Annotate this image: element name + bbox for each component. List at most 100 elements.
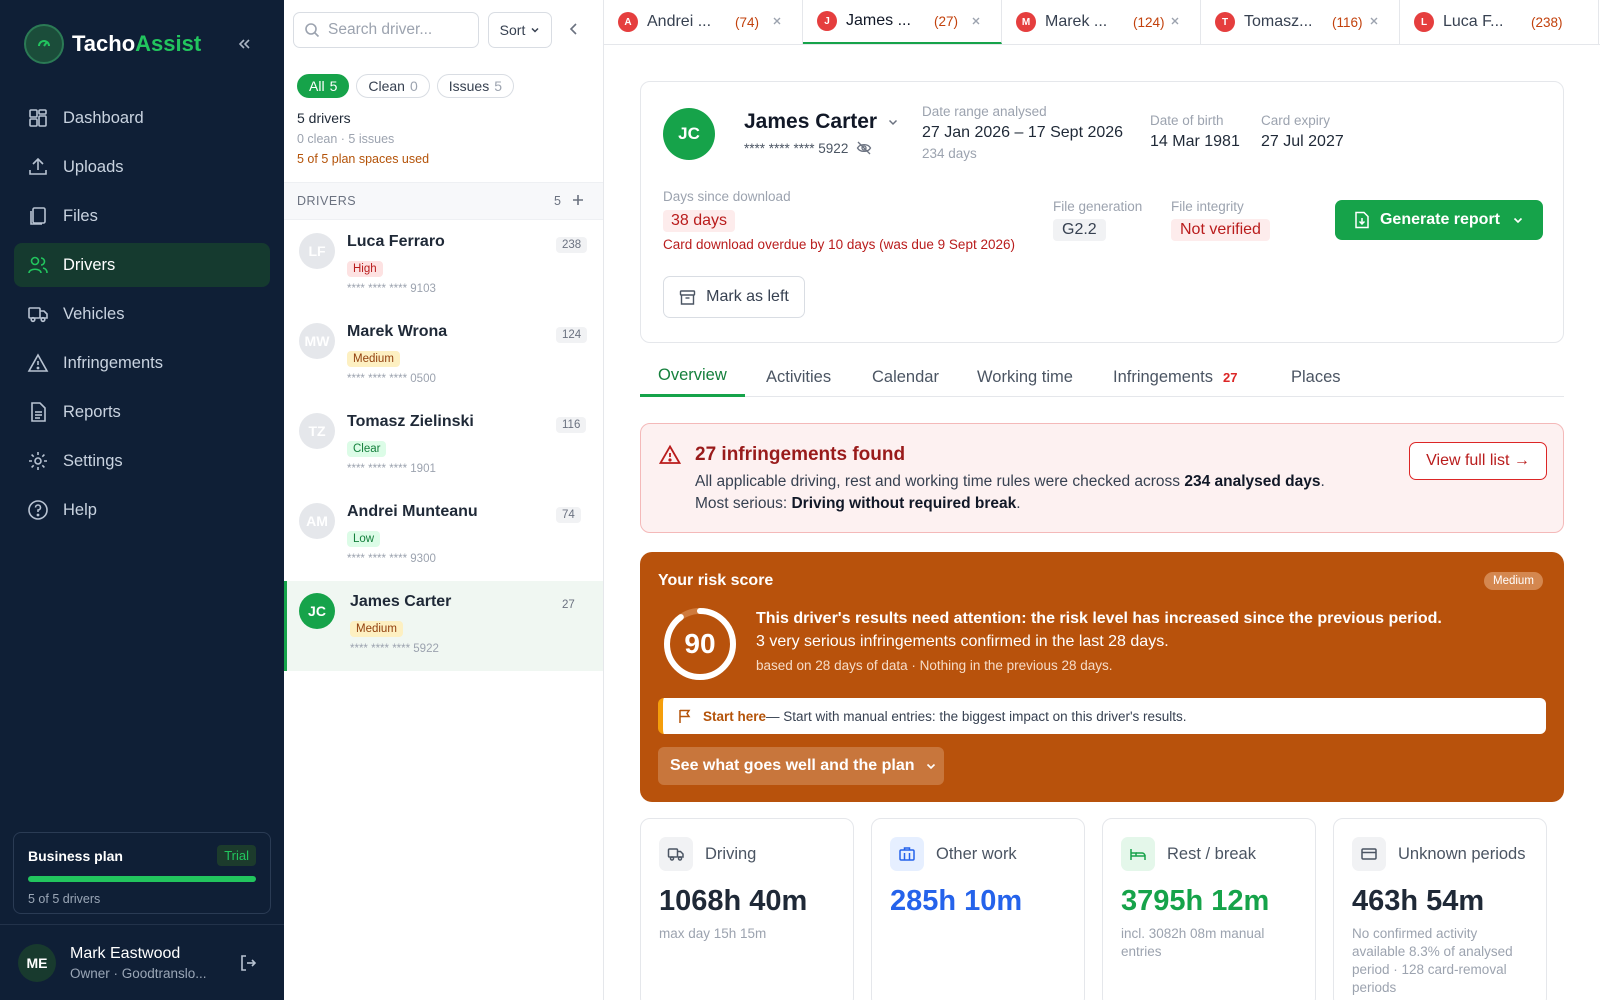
list-summary: 5 drivers 0 clean · 5 issues 5 of 5 plan…	[297, 110, 429, 166]
tab-infringements[interactable]: Infringements 27	[1113, 357, 1237, 397]
sidebar-item-uploads[interactable]: Uploads	[14, 145, 270, 189]
briefcase-icon	[890, 837, 924, 871]
view-full-list-button[interactable]: View full list →	[1409, 442, 1547, 480]
close-icon[interactable]	[971, 16, 981, 26]
sidebar-item-settings[interactable]: Settings	[14, 439, 270, 483]
risk-badge: High	[347, 261, 383, 277]
tab-places[interactable]: Places	[1291, 357, 1341, 397]
driver-total: 5 drivers	[297, 110, 351, 126]
see-plan-button[interactable]: See what goes well and the plan	[658, 747, 944, 785]
filter-count: 5	[494, 78, 503, 94]
sidebar-item-dashboard[interactable]: Dashboard	[14, 96, 270, 140]
card-number: **** **** **** 5922	[350, 643, 439, 655]
stat-value: 463h 54m	[1352, 885, 1485, 917]
tab-label: Places	[1291, 367, 1341, 386]
alert-emphasis: 234 analysed days	[1184, 473, 1321, 490]
close-icon[interactable]	[1170, 16, 1180, 26]
start-here-tip[interactable]: Start here — Start with manual entries: …	[658, 698, 1546, 734]
close-icon[interactable]	[1369, 16, 1379, 26]
chevron-down-icon	[926, 763, 935, 770]
tab-james[interactable]: J James ... (27)	[803, 0, 1002, 44]
sidebar-item-reports[interactable]: Reports	[14, 390, 270, 434]
date-range-value: 27 Jan 2026 – 17 Sept 2026	[922, 124, 1124, 141]
filter-label: Issues	[448, 78, 490, 94]
alert-line-2: Most serious: Driving without required b…	[695, 495, 1021, 513]
stat-value: 1068h 40m	[659, 885, 808, 917]
stat-note: No confirmed activity available 8.3% of …	[1352, 926, 1513, 995]
date-range-days: 234 days	[922, 146, 977, 161]
list-item[interactable]: LF Luca Ferraro High **** **** **** 9103…	[284, 221, 603, 311]
tab-working-time[interactable]: Working time	[977, 357, 1073, 397]
card-number: **** **** **** 1901	[347, 463, 436, 475]
driver-name: Luca Ferraro	[347, 233, 445, 250]
brand[interactable]: TachoAssist	[24, 24, 201, 64]
list-item-selected[interactable]: JC James Carter Medium **** **** **** 59…	[284, 581, 603, 671]
filter-clean[interactable]: Clean 0	[356, 74, 430, 98]
stat-value: 3795h 12m	[1121, 885, 1270, 917]
sidebar-item-label: Infringements	[63, 353, 163, 372]
search-field[interactable]	[293, 12, 479, 48]
upload-icon	[29, 157, 47, 175]
stat-rest-break: Rest / break 3795h 12m incl. 3082h 08m m…	[1102, 818, 1316, 1000]
tab-andrei[interactable]: A Andrei ... (74)	[604, 0, 803, 44]
filter-count: 0	[409, 78, 418, 94]
generation-value: G2.2	[1053, 219, 1106, 241]
sidebar-item-label: Dashboard	[63, 108, 144, 127]
stat-note: max day 15h 15m	[659, 926, 767, 941]
plan-card[interactable]: Business plan Trial 5 of 5 drivers	[13, 832, 271, 914]
alert-line-1: All applicable driving, rest and working…	[695, 473, 1325, 491]
list-item[interactable]: MW Marek Wrona Medium **** **** **** 050…	[284, 311, 603, 401]
sort-button[interactable]: Sort	[488, 12, 552, 48]
driver-name-dropdown[interactable]: James Carter	[744, 110, 899, 134]
search-input[interactable]	[328, 21, 468, 39]
sidebar-item-infringements[interactable]: Infringements	[14, 341, 270, 385]
filter-all[interactable]: All 5	[297, 74, 350, 98]
activity-stats: Driving 1068h 40m max day 15h 15m Other …	[640, 818, 1564, 1000]
generate-report-button[interactable]: Generate report	[1335, 200, 1543, 240]
sidebar-item-help[interactable]: Help	[14, 488, 270, 532]
download-warning: Card download overdue by 10 days (was du…	[663, 237, 1015, 252]
tab-calendar[interactable]: Calendar	[872, 357, 939, 397]
download-file-icon	[1355, 211, 1369, 229]
risk-badge: Low	[347, 531, 381, 547]
tab-tomasz[interactable]: T Tomasz... (116)	[1201, 0, 1400, 44]
risk-detail: 3 very serious infringements confirmed i…	[756, 633, 1169, 650]
list-item[interactable]: TZ Tomasz Zielinski Clear **** **** ****…	[284, 401, 603, 491]
sidebar-item-label: Help	[63, 500, 97, 519]
sidebar-item-files[interactable]: Files	[14, 194, 270, 238]
expiry-value: 27 Jul 2027	[1261, 133, 1344, 150]
filter-label: All	[309, 78, 325, 94]
tab-luca[interactable]: L Luca F... (238)	[1400, 0, 1599, 44]
close-icon[interactable]	[772, 16, 782, 26]
collapse-panel-icon[interactable]	[568, 22, 580, 36]
driver-breakdown: 0 clean · 5 issues	[297, 132, 395, 146]
stat-note: incl. 3082h 08m manual entries	[1121, 926, 1265, 959]
stat-value: 285h 10m	[890, 885, 1023, 917]
tab-overview[interactable]: Overview	[640, 357, 745, 397]
avatar[interactable]: ME	[18, 943, 56, 982]
sidebar-item-vehicles[interactable]: Vehicles	[14, 292, 270, 336]
collapse-sidebar-icon[interactable]	[232, 32, 256, 56]
plan-name: Business plan	[28, 847, 123, 864]
list-item[interactable]: AM Andrei Munteanu Low **** **** **** 93…	[284, 491, 603, 581]
sidebar-item-label: Reports	[63, 402, 121, 421]
risk-score-value: 90	[684, 628, 716, 659]
start-here-text: — Start with manual entries: the biggest…	[766, 708, 1187, 724]
sidebar-item-drivers[interactable]: Drivers	[14, 243, 270, 287]
generation-label: File generation	[1053, 199, 1143, 214]
tab-activities[interactable]: Activities	[766, 357, 831, 397]
avatar: J	[817, 11, 837, 31]
eye-off-icon[interactable]	[856, 140, 872, 156]
filter-count: 5	[329, 78, 338, 94]
stat-label: Unknown periods	[1398, 844, 1526, 863]
infringement-count: 124	[556, 327, 588, 343]
filter-chips: All 5 Clean 0 Issues 5	[297, 74, 521, 98]
add-driver-icon[interactable]	[571, 193, 585, 207]
gear-icon	[29, 452, 47, 470]
tab-marek[interactable]: M Marek ... (124)	[1002, 0, 1201, 44]
mark-as-left-button[interactable]: Mark as left	[663, 276, 805, 318]
logout-icon[interactable]	[238, 953, 258, 973]
avatar: TZ	[299, 413, 335, 449]
stat-driving: Driving 1068h 40m max day 15h 15m	[640, 818, 854, 1000]
filter-issues[interactable]: Issues 5	[436, 74, 515, 98]
